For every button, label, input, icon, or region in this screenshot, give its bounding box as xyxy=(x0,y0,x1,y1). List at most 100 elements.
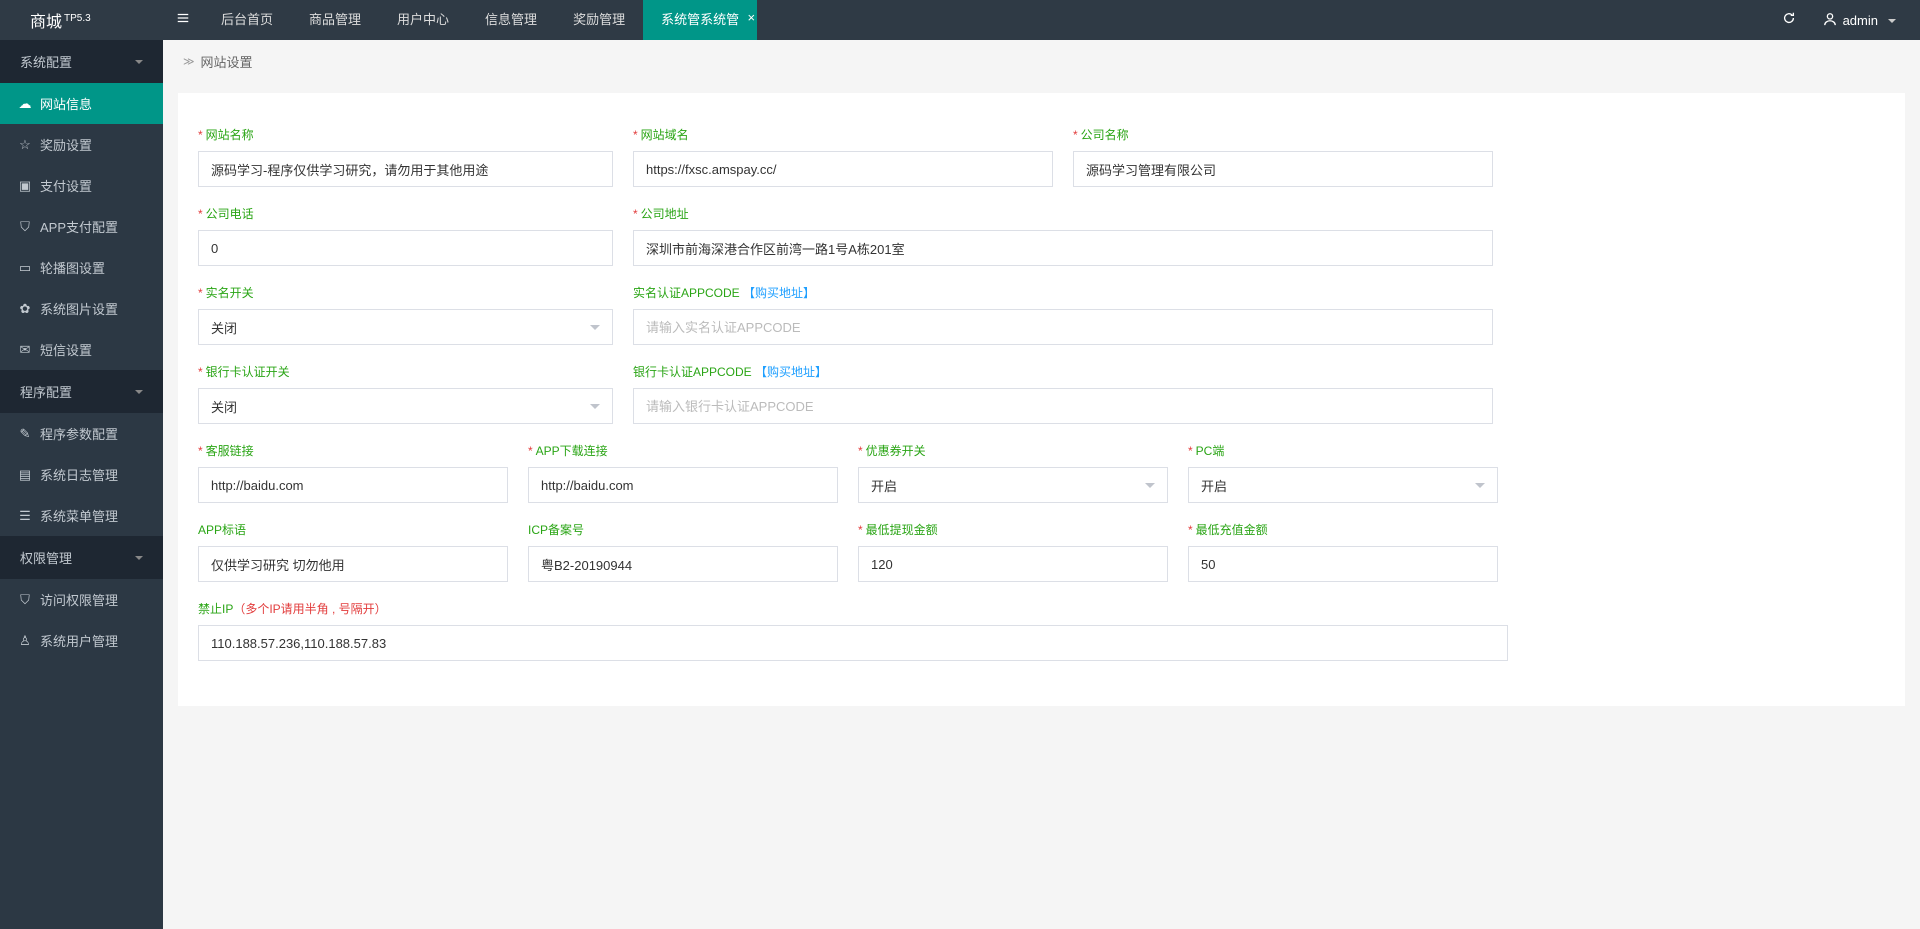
sidebar-item-label: 支付设置 xyxy=(40,176,92,195)
sidebar-group-system[interactable]: 系统配置 xyxy=(0,40,163,83)
sidebar-item-menus[interactable]: ☰ 系统菜单管理 xyxy=(0,495,163,536)
label-company-phone: *公司电话 xyxy=(198,205,613,222)
star-icon: ☆ xyxy=(18,137,32,153)
sidebar-item-label: 访问权限管理 xyxy=(40,590,118,609)
header: 商城 TP5.3 后台首页 商品管理 用户中心 信息管理 奖励管理 系统管系统管… xyxy=(0,0,1920,40)
sidebar-item-sms[interactable]: ✉ 短信设置 xyxy=(0,329,163,370)
sidebar-item-label: 网站信息 xyxy=(40,94,92,113)
link-buy-bankcard[interactable]: 【购买地址】 xyxy=(755,365,827,379)
shield-icon: ⛉ xyxy=(18,219,32,235)
field-company-phone: *公司电话 xyxy=(188,197,623,276)
sidebar-item-logs[interactable]: ▤ 系统日志管理 xyxy=(0,454,163,495)
sidebar-item-label: 系统图片设置 xyxy=(40,299,118,318)
sidebar-item-label: 短信设置 xyxy=(40,340,92,359)
sidebar-item-siteinfo[interactable]: ☁ 网站信息 xyxy=(0,83,163,124)
input-service-link[interactable] xyxy=(198,467,508,503)
main: ≫ 网站设置 *网站名称 *网站域名 *公司名称 *公司电话 xyxy=(163,40,1920,706)
nav-item-products[interactable]: 商品管理 xyxy=(291,0,379,40)
image-icon: ▭ xyxy=(18,260,32,276)
select-bankcard-switch[interactable]: 关闭 xyxy=(198,388,613,424)
field-site-name: *网站名称 xyxy=(188,118,623,197)
sidebar-item-app-payment[interactable]: ⛉ APP支付配置 xyxy=(0,206,163,247)
sidebar-item-label: 系统菜单管理 xyxy=(40,506,118,525)
input-app-slogan[interactable] xyxy=(198,546,508,582)
nav-item-users[interactable]: 用户中心 xyxy=(379,0,467,40)
label-company-address: *公司地址 xyxy=(633,205,1493,222)
breadcrumb: ≫ 网站设置 xyxy=(163,40,1920,83)
label-company-name: *公司名称 xyxy=(1073,126,1493,143)
field-ban-ip: 禁止IP（多个IP请用半角 , 号隔开） xyxy=(188,592,1518,671)
header-right: admin xyxy=(1769,11,1920,30)
refresh-icon[interactable] xyxy=(1769,11,1809,30)
sidebar-group-label: 程序配置 xyxy=(20,382,72,401)
select-pc-side[interactable]: 开启 xyxy=(1188,467,1498,503)
input-bankcard-appcode[interactable] xyxy=(633,388,1493,424)
field-company-name: *公司名称 xyxy=(1063,118,1503,197)
chevron-down-icon xyxy=(135,384,143,399)
link-icon: ✎ xyxy=(18,426,32,442)
field-min-withdraw: *最低提现金额 xyxy=(848,513,1178,592)
sidebar-item-payment[interactable]: ▣ 支付设置 xyxy=(0,165,163,206)
link-buy-realname[interactable]: 【购买地址】 xyxy=(743,286,815,300)
sidebar-group-label: 系统配置 xyxy=(20,52,72,71)
field-bankcard-switch: *银行卡认证开关 关闭 xyxy=(188,355,623,434)
label-min-withdraw: *最低提现金额 xyxy=(858,521,1168,538)
sidebar-item-access[interactable]: ⛉ 访问权限管理 xyxy=(0,579,163,620)
nav-item-reward[interactable]: 奖励管理 xyxy=(555,0,643,40)
sidebar-item-carousel[interactable]: ▭轮播图设置 xyxy=(0,247,163,288)
sidebar-group-program[interactable]: 程序配置 xyxy=(0,370,163,413)
select-coupon-switch[interactable]: 开启 xyxy=(858,467,1168,503)
sidebar-item-sysimage[interactable]: ✿系统图片设置 xyxy=(0,288,163,329)
input-min-withdraw[interactable] xyxy=(858,546,1168,582)
money-icon: ▣ xyxy=(18,178,32,194)
user-icon: ♙ xyxy=(18,633,32,649)
input-min-recharge[interactable] xyxy=(1188,546,1498,582)
breadcrumb-text: 网站设置 xyxy=(201,52,253,71)
sidebar-item-label: 系统日志管理 xyxy=(40,465,118,484)
input-icp[interactable] xyxy=(528,546,838,582)
input-company-name[interactable] xyxy=(1073,151,1493,187)
input-ban-ip[interactable] xyxy=(198,625,1508,661)
cloud-icon: ☁ xyxy=(18,96,32,112)
input-company-address[interactable] xyxy=(633,230,1493,266)
sidebar: 系统配置 ☁ 网站信息 ☆奖励设置 ▣ 支付设置 ⛉ APP支付配置 ▭轮播图设置 ✿… xyxy=(0,40,163,929)
sidebar-item-reward[interactable]: ☆奖励设置 xyxy=(0,124,163,165)
shield-icon: ⛉ xyxy=(18,592,32,608)
label-site-domain: *网站域名 xyxy=(633,126,1053,143)
chat-icon: ✉ xyxy=(18,342,32,358)
sidebar-item-label: APP支付配置 xyxy=(40,217,118,236)
sidebar-item-params[interactable]: ✎程序参数配置 xyxy=(0,413,163,454)
field-pc-side: *PC端 开启 xyxy=(1178,434,1508,513)
field-icp: ICP备案号 xyxy=(518,513,848,592)
label-coupon-switch: *优惠券开关 xyxy=(858,442,1168,459)
input-company-phone[interactable] xyxy=(198,230,613,266)
field-site-domain: *网站域名 xyxy=(623,118,1063,197)
user-icon xyxy=(1823,12,1837,29)
breadcrumb-icon: ≫ xyxy=(183,55,195,68)
nav-item-home[interactable]: 后台首页 xyxy=(203,0,291,40)
logo-badge: TP5.3 xyxy=(64,13,91,24)
sidebar-group-label: 权限管理 xyxy=(20,548,72,567)
user-menu[interactable]: admin xyxy=(1809,12,1910,29)
input-site-name[interactable] xyxy=(198,151,613,187)
menu-icon: ☰ xyxy=(18,508,32,524)
top-nav: 后台首页 商品管理 用户中心 信息管理 奖励管理 系统管系统管 xyxy=(203,0,757,40)
nav-item-system[interactable]: 系统管系统管 xyxy=(643,0,757,40)
input-realname-appcode[interactable] xyxy=(633,309,1493,345)
form: *网站名称 *网站域名 *公司名称 *公司电话 *公司地址 xyxy=(178,93,1905,706)
label-pc-side: *PC端 xyxy=(1188,442,1498,459)
sidebar-group-permission[interactable]: 权限管理 xyxy=(0,536,163,579)
doc-icon: ▤ xyxy=(18,467,32,483)
user-name: admin xyxy=(1843,13,1878,28)
sidebar-item-sysusers[interactable]: ♙ 系统用户管理 xyxy=(0,620,163,661)
label-min-recharge: *最低充值金额 xyxy=(1188,521,1498,538)
select-realname-switch[interactable]: 关闭 xyxy=(198,309,613,345)
label-bankcard-appcode: 银行卡认证APPCODE 【购买地址】 xyxy=(633,363,1493,380)
field-realname-switch: *实名开关 关闭 xyxy=(188,276,623,355)
field-bankcard-appcode: 银行卡认证APPCODE 【购买地址】 xyxy=(623,355,1503,434)
input-app-download[interactable] xyxy=(528,467,838,503)
nav-item-info[interactable]: 信息管理 xyxy=(467,0,555,40)
input-site-domain[interactable] xyxy=(633,151,1053,187)
sidebar-item-label: 系统用户管理 xyxy=(40,631,118,650)
menu-toggle-icon[interactable] xyxy=(163,11,203,30)
